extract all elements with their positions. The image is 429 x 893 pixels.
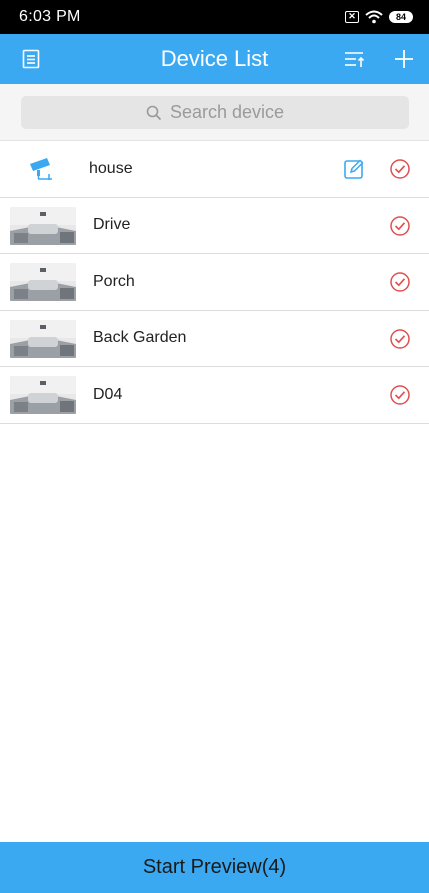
status-time: 6:03 PM <box>19 8 81 25</box>
camera-icon <box>30 158 52 180</box>
notification-icon: ✕ <box>345 11 359 23</box>
sort-button[interactable] <box>344 34 366 84</box>
status-icons: ✕ 84 <box>345 10 413 24</box>
check-circle-icon[interactable] <box>389 384 411 406</box>
list-item[interactable]: D04 <box>0 367 429 424</box>
edit-icon[interactable] <box>343 158 365 180</box>
menu-button[interactable] <box>22 34 40 84</box>
battery-icon: 84 <box>389 11 413 23</box>
device-name: Drive <box>93 216 131 234</box>
check-circle-icon[interactable] <box>389 215 411 237</box>
device-name: Porch <box>93 272 135 290</box>
status-bar: 6:03 PM ✕ 84 <box>0 0 429 34</box>
check-circle-icon[interactable] <box>389 328 411 350</box>
search-bar: Search device <box>0 84 429 141</box>
camera-thumbnail <box>10 206 76 245</box>
device-name: house <box>89 159 133 177</box>
list-item[interactable]: Drive <box>0 198 429 254</box>
search-icon <box>146 105 162 120</box>
plus-icon <box>395 50 413 68</box>
wifi-icon <box>365 10 383 24</box>
device-name: Back Garden <box>93 329 187 347</box>
camera-thumbnail <box>10 263 76 301</box>
add-device-button[interactable] <box>393 34 415 84</box>
menu-icon <box>22 49 40 69</box>
list-item[interactable]: house <box>0 141 429 198</box>
device-name: D04 <box>93 385 123 403</box>
start-preview-button[interactable]: Start Preview(4) <box>0 842 429 893</box>
camera-thumbnail <box>10 376 76 414</box>
sort-icon <box>345 52 365 67</box>
list-item[interactable]: Back Garden <box>0 311 429 367</box>
device-list: house Drive Porch Back Garden D04 <box>0 141 429 424</box>
search-input[interactable]: Search device <box>21 96 409 129</box>
camera-thumbnail <box>10 319 76 358</box>
check-circle-icon[interactable] <box>389 271 411 293</box>
check-circle-icon[interactable] <box>389 158 411 180</box>
app-bar: Device List <box>0 34 429 84</box>
search-placeholder: Search device <box>169 102 285 122</box>
list-item[interactable]: Porch <box>0 254 429 311</box>
page-title: Device List <box>160 46 269 71</box>
